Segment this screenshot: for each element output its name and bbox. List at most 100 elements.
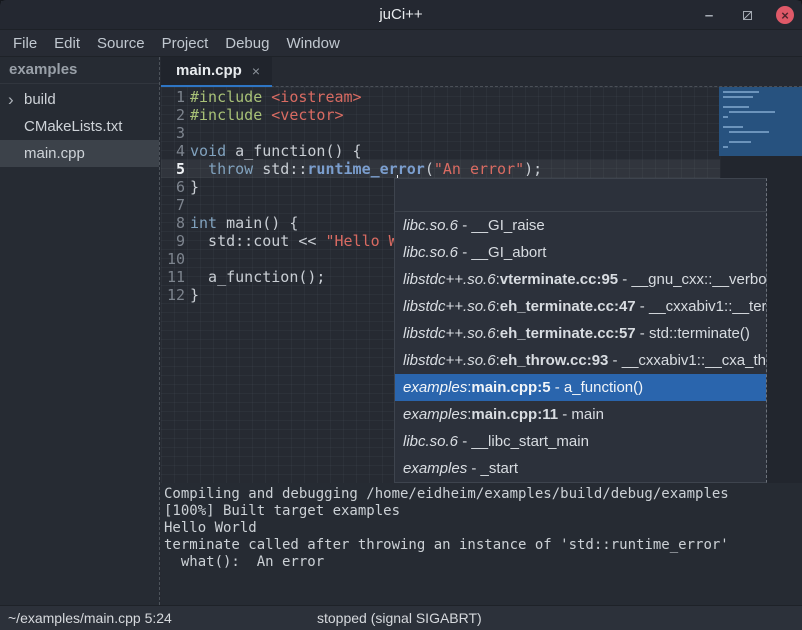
- close-button[interactable]: ×: [776, 6, 794, 24]
- code-segment: std::: [253, 160, 307, 178]
- frame-dash: -: [636, 298, 649, 315]
- minimap-code-bar: [723, 116, 728, 118]
- frame-function: __GI_raise: [471, 217, 544, 234]
- terminal-line: terminate called after throwing an insta…: [164, 537, 802, 554]
- code-segment: a_function();: [190, 268, 325, 286]
- code-text: void a_function() {: [190, 142, 362, 160]
- line-number: 1: [161, 88, 185, 106]
- code-line-2[interactable]: 2#include <vector>: [161, 106, 542, 124]
- status-debug-state: stopped (signal SIGABRT): [317, 606, 482, 630]
- code-segment: );: [524, 160, 542, 178]
- restore-icon: [743, 11, 752, 20]
- code-segment: #include: [190, 88, 262, 106]
- code-text: }: [190, 286, 199, 304]
- backtrace-row-5[interactable]: libstdc++.so.6:eh_terminate.cc:57 - std:…: [395, 320, 766, 347]
- tab-main-cpp[interactable]: main.cpp×: [161, 57, 272, 87]
- code-text: std::cout << "Hello W: [190, 232, 398, 250]
- frame-module: examples: [403, 460, 467, 477]
- titlebar[interactable]: juCi++ – ×: [0, 0, 802, 30]
- file-tree: ›buildCMakeLists.txtmain.cpp: [0, 84, 159, 167]
- minimap-code-bar: [723, 106, 749, 108]
- backtrace-row-1[interactable]: libc.so.6 - __GI_raise: [395, 212, 766, 239]
- close-icon: ×: [781, 8, 789, 23]
- backtrace-row-9[interactable]: libc.so.6 - __libc_start_main: [395, 428, 766, 455]
- backtrace-row-4[interactable]: libstdc++.so.6:eh_terminate.cc:47 - __cx…: [395, 293, 766, 320]
- code-segment: runtime_er: [307, 160, 397, 178]
- minimap-code-bar: [729, 111, 775, 113]
- frame-function: __cxxabiv1::__tern: [649, 298, 766, 315]
- frame-dash: -: [558, 406, 571, 423]
- code-text: #include <vector>: [190, 106, 344, 124]
- frame-function: __gnu_cxx::__verbos: [631, 271, 766, 288]
- frame-function: __GI_abort: [471, 244, 546, 261]
- code-line-4[interactable]: 4 void a_function() {: [161, 142, 542, 160]
- minimap-code-bar: [723, 146, 728, 148]
- frame-file-line: main.cpp:5: [471, 379, 550, 396]
- code-line-5[interactable]: 5 throw std::runtime_error("An error");: [161, 160, 542, 178]
- backtrace-row-8[interactable]: examples:main.cpp:11 - main: [395, 401, 766, 428]
- code-segment: main() {: [217, 214, 298, 232]
- backtrace-row-7[interactable]: examples:main.cpp:5 - a_function(): [395, 374, 766, 401]
- code-line-1[interactable]: 1#include <iostream>: [161, 88, 542, 106]
- project-name-header: examples: [0, 57, 159, 84]
- frame-function: __cxxabiv1::__cxa_thro: [622, 352, 766, 369]
- tab-close-icon[interactable]: ×: [252, 57, 260, 85]
- frame-file-line: vterminate.cc:95: [500, 271, 618, 288]
- popup-search-area[interactable]: [395, 179, 766, 212]
- menubar: File Edit Source Project Debug Window: [0, 30, 802, 57]
- frame-function: __libc_start_main: [471, 433, 589, 450]
- terminal-line: what(): An error: [164, 554, 802, 571]
- backtrace-row-10[interactable]: examples - _start: [395, 455, 766, 482]
- sidebar-item-cmakelists-txt[interactable]: CMakeLists.txt: [0, 113, 159, 140]
- juci-window: juCi++ – × File Edit Source Project Debug Win…: [0, 0, 802, 630]
- minimize-icon: –: [705, 7, 713, 24]
- terminal-output[interactable]: Compiling and debugging /home/eidheim/ex…: [161, 483, 802, 605]
- code-segment: [262, 88, 271, 106]
- backtrace-row-3[interactable]: libstdc++.so.6:vterminate.cc:95 - __gnu_…: [395, 266, 766, 293]
- frame-file-line: main.cpp:11: [471, 406, 558, 423]
- sidebar-item-main-cpp[interactable]: main.cpp: [0, 140, 159, 167]
- frame-module: libc.so.6: [403, 244, 458, 261]
- restore-button[interactable]: [738, 6, 756, 24]
- line-number: 6: [161, 178, 185, 196]
- expander-chevron-icon[interactable]: ›: [8, 86, 24, 113]
- code-segment: #include: [190, 106, 262, 124]
- menu-item-project[interactable]: Project: [162, 35, 209, 52]
- frame-dash: -: [458, 217, 471, 234]
- menu-item-edit[interactable]: Edit: [54, 35, 80, 52]
- window-title: juCi++: [0, 0, 802, 30]
- code-line-3[interactable]: 3: [161, 124, 542, 142]
- backtrace-row-6[interactable]: libstdc++.so.6:eh_throw.cc:93 - __cxxabi…: [395, 347, 766, 374]
- frame-file-line: eh_throw.cc:93: [500, 352, 609, 369]
- line-number: 4: [161, 142, 185, 160]
- frame-module: libstdc++.so.6: [403, 325, 496, 342]
- menu-item-window[interactable]: Window: [286, 35, 339, 52]
- statusbar: ~/examples/main.cpp 5:24 stopped (signal…: [0, 605, 802, 630]
- frame-module: libc.so.6: [403, 433, 458, 450]
- code-segment: "Hello W: [325, 232, 397, 250]
- frame-dash: -: [636, 325, 649, 342]
- minimap-visible-region[interactable]: [719, 87, 802, 156]
- code-segment: "An error": [434, 160, 524, 178]
- menu-item-source[interactable]: Source: [97, 35, 145, 52]
- code-text: int main() {: [190, 214, 298, 232]
- code-segment: throw: [208, 160, 253, 178]
- code-segment: [262, 106, 271, 124]
- menu-item-debug[interactable]: Debug: [225, 35, 269, 52]
- code-text: throw std::runtime_error("An error");: [190, 160, 542, 178]
- sidebar-item-build[interactable]: ›build: [0, 86, 159, 113]
- line-number: 10: [161, 250, 185, 268]
- backtrace-row-2[interactable]: libc.so.6 - __GI_abort: [395, 239, 766, 266]
- backtrace-popup: libc.so.6 - __GI_raiselibc.so.6 - __GI_a…: [394, 178, 767, 483]
- frame-function: main: [571, 406, 604, 423]
- minimap-code-bar: [729, 131, 769, 133]
- frame-dash: -: [551, 379, 564, 396]
- status-file-location: ~/examples/main.cpp 5:24: [8, 606, 172, 630]
- minimap-code-bar: [729, 141, 751, 143]
- tree-item-label: main.cpp: [24, 140, 85, 167]
- terminal-line: [100%] Built target examples: [164, 503, 802, 520]
- frame-dash: -: [618, 271, 631, 288]
- code-segment: }: [190, 178, 199, 196]
- minimize-button[interactable]: –: [700, 6, 718, 24]
- menu-item-file[interactable]: File: [13, 35, 37, 52]
